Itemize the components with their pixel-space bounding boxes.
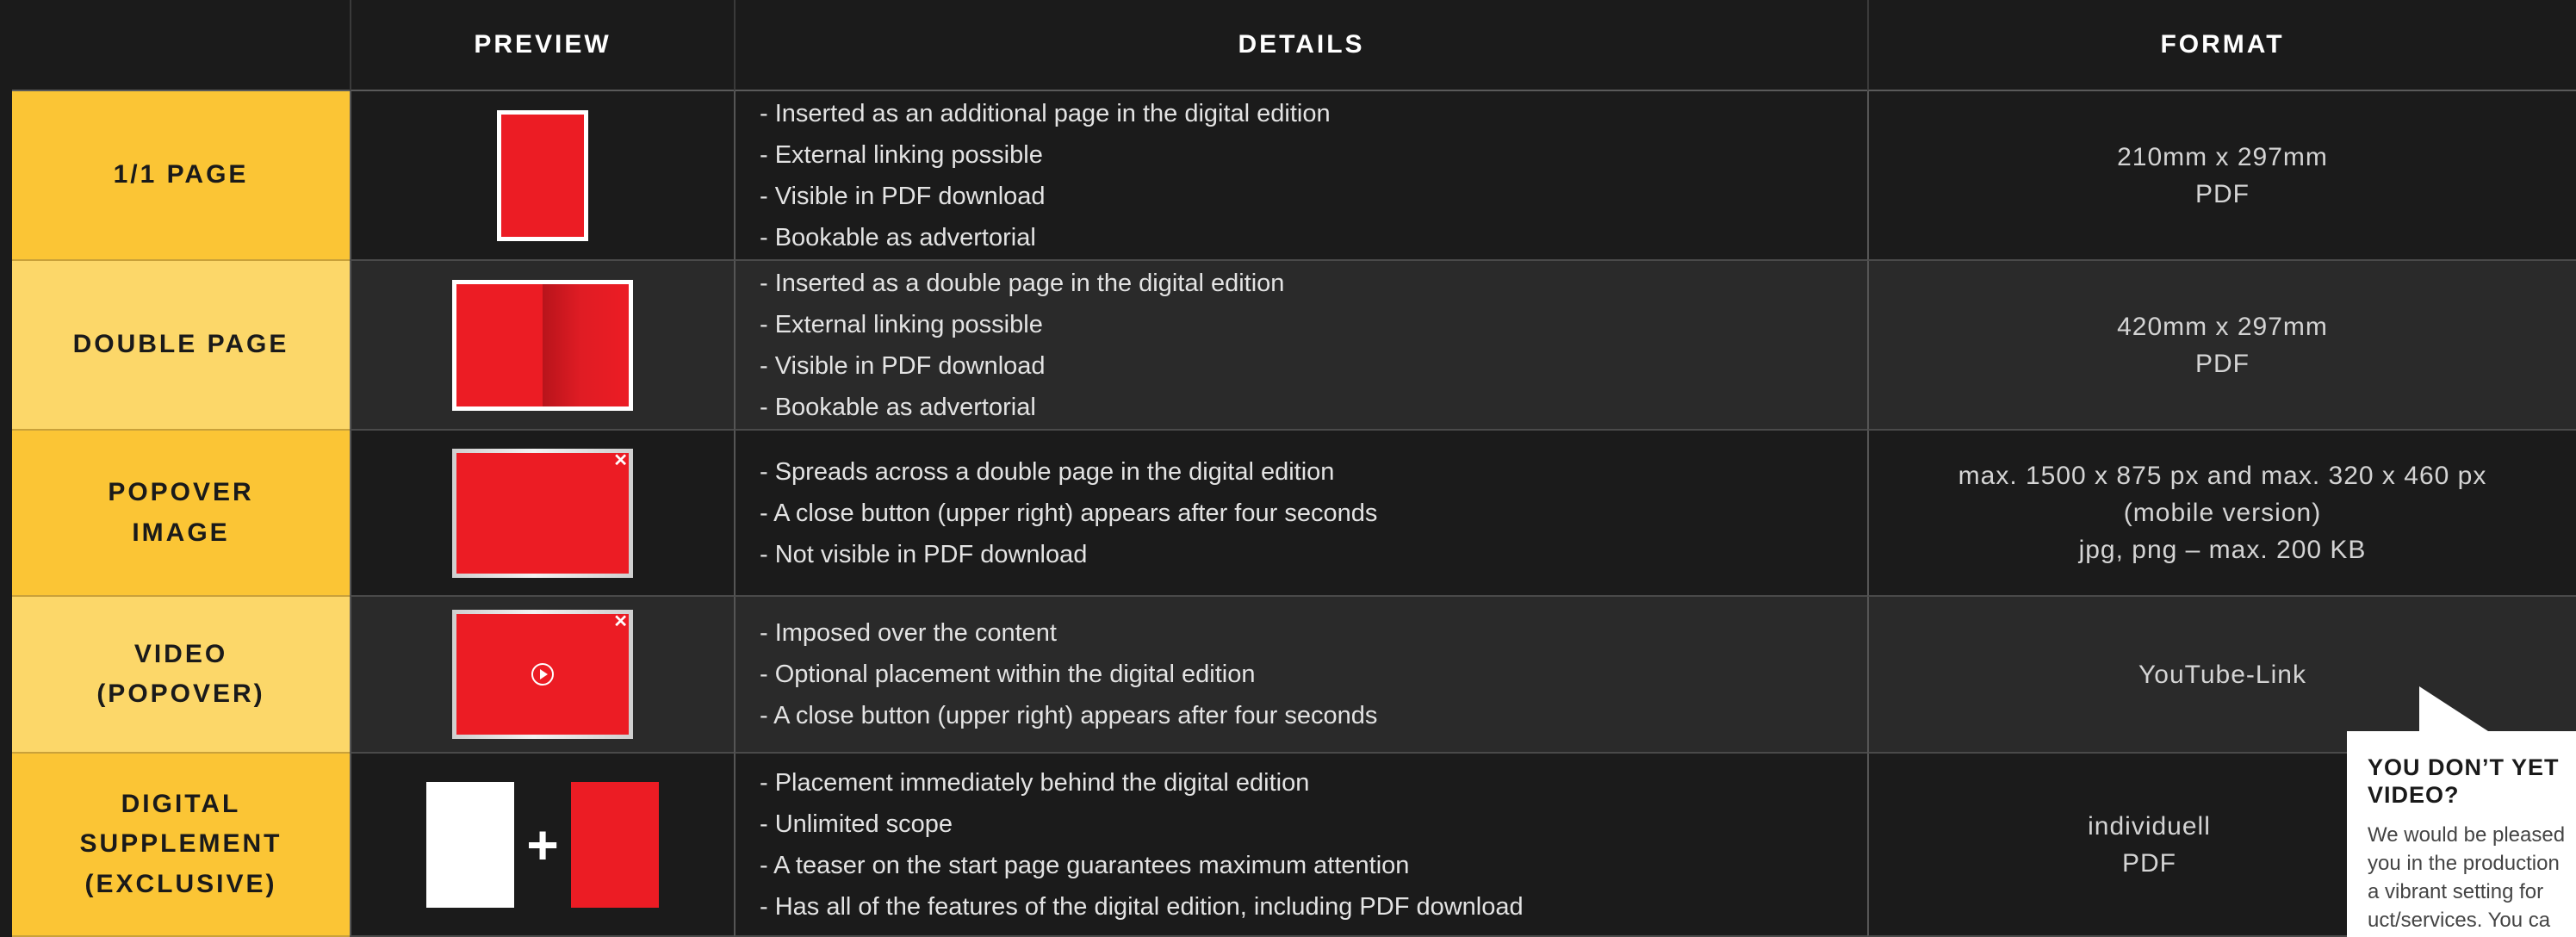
callout-text-line: you in the production <box>2368 852 2560 875</box>
format-cell: max. 1500 x 875 px and max. 320 x 460 px… <box>1867 431 2576 597</box>
callout-text-line: uct/services. You ca <box>2368 909 2551 932</box>
type-label: DIGITAL <box>121 789 241 818</box>
format-line: PDF <box>2195 349 2250 378</box>
video-production-callout[interactable]: YOU DON’T YET VIDEO? We would be pleased… <box>2347 686 2576 937</box>
detail-line: - Visible in PDF download <box>760 351 1046 380</box>
format-line: 210mm x 297mm <box>2117 142 2328 171</box>
callout-text-line: We would be pleased <box>2368 823 2566 847</box>
header-empty <box>12 0 350 91</box>
preview-cell <box>350 91 734 261</box>
ad-formats-table: PREVIEW DETAILS FORMAT 1/1 PAGE - Insert… <box>12 0 2576 937</box>
close-icon: ✕ <box>613 450 628 470</box>
type-label: (POPOVER) <box>96 679 265 708</box>
supplement-icon: + <box>426 781 659 908</box>
detail-line: - Bookable as advertorial <box>760 223 1036 251</box>
preview-cell: ✕ <box>350 597 734 754</box>
header-details: DETAILS <box>734 0 1867 91</box>
double-page-icon <box>452 279 633 411</box>
detail-line: - Not visible in PDF download <box>760 540 1088 568</box>
detail-line: - Imposed over the content <box>760 619 1057 647</box>
callout-text-line: a vibrant setting for <box>2368 880 2544 903</box>
type-label: 1/1 PAGE <box>113 160 249 189</box>
type-label: POPOVER <box>108 478 254 506</box>
type-label: (EXCLUSIVE) <box>84 869 277 898</box>
callout-tail <box>2419 686 2488 731</box>
format-line: PDF <box>2122 848 2176 878</box>
type-cell-digital-supplement: DIGITAL SUPPLEMENT (EXCLUSIVE) <box>12 754 350 937</box>
preview-cell: + <box>350 754 734 937</box>
video-popover-icon: ✕ <box>452 610 633 739</box>
type-label: DOUBLE PAGE <box>72 330 289 359</box>
red-page-icon <box>570 781 659 908</box>
detail-line: - A close button (upper right) appears a… <box>760 499 1378 527</box>
close-icon: ✕ <box>613 612 628 631</box>
detail-line: - Visible in PDF download <box>760 182 1046 210</box>
format-line: PDF <box>2195 179 2250 208</box>
detail-line: - Has all of the features of the digital… <box>760 892 1524 921</box>
type-label: IMAGE <box>132 518 230 547</box>
details-cell: - Inserted as an additional page in the … <box>734 91 1867 261</box>
white-page-icon <box>426 781 515 908</box>
preview-cell <box>350 261 734 431</box>
type-cell-double-page: DOUBLE PAGE <box>12 261 350 431</box>
header-preview: PREVIEW <box>350 0 734 91</box>
details-cell: - Placement immediately behind the digit… <box>734 754 1867 937</box>
details-cell: - Spreads across a double page in the di… <box>734 431 1867 597</box>
preview-cell: ✕ <box>350 431 734 597</box>
detail-line: - Unlimited scope <box>760 810 953 838</box>
play-icon <box>531 663 554 686</box>
detail-line: - Bookable as advertorial <box>760 393 1036 421</box>
format-line: YouTube-Link <box>2138 660 2306 689</box>
popover-image-icon: ✕ <box>452 448 633 578</box>
format-line: individuell <box>2088 811 2211 841</box>
type-cell-popover-image: POPOVER IMAGE <box>12 431 350 597</box>
detail-line: - Inserted as an additional page in the … <box>760 99 1331 127</box>
type-label: VIDEO <box>133 639 228 668</box>
details-cell: - Imposed over the content - Optional pl… <box>734 597 1867 754</box>
detail-line: - External linking possible <box>760 310 1043 338</box>
format-line: 420mm x 297mm <box>2117 312 2328 341</box>
detail-line: - Placement immediately behind the digit… <box>760 768 1310 797</box>
header-format: FORMAT <box>1867 0 2576 91</box>
format-line: (mobile version) <box>2123 499 2322 527</box>
plus-icon: + <box>526 813 559 876</box>
format-cell: 210mm x 297mm PDF <box>1867 91 2576 261</box>
type-cell-single-page: 1/1 PAGE <box>12 91 350 261</box>
details-cell: - Inserted as a double page in the digit… <box>734 261 1867 431</box>
callout-text: We would be pleased you in the productio… <box>2368 821 2576 934</box>
callout-title: YOU DON’T YET VIDEO? <box>2368 754 2576 809</box>
detail-line: - Optional placement within the digital … <box>760 661 1256 688</box>
callout-title-line: VIDEO? <box>2368 782 2460 808</box>
detail-line: - A teaser on the start page guarantees … <box>760 851 1410 879</box>
detail-line: - Spreads across a double page in the di… <box>760 457 1335 486</box>
format-line: max. 1500 x 875 px and max. 320 x 460 px <box>1958 462 2487 490</box>
detail-line: - External linking possible <box>760 140 1043 169</box>
type-cell-video-popover: VIDEO (POPOVER) <box>12 597 350 754</box>
single-page-icon <box>497 109 588 241</box>
type-label: SUPPLEMENT <box>79 829 282 859</box>
detail-line: - Inserted as a double page in the digit… <box>760 269 1285 297</box>
format-cell: 420mm x 297mm PDF <box>1867 261 2576 431</box>
callout-title-line: YOU DON’T YET <box>2368 754 2560 780</box>
format-line: jpg, png – max. 200 KB <box>2078 536 2367 564</box>
detail-line: - A close button (upper right) appears a… <box>760 702 1378 729</box>
